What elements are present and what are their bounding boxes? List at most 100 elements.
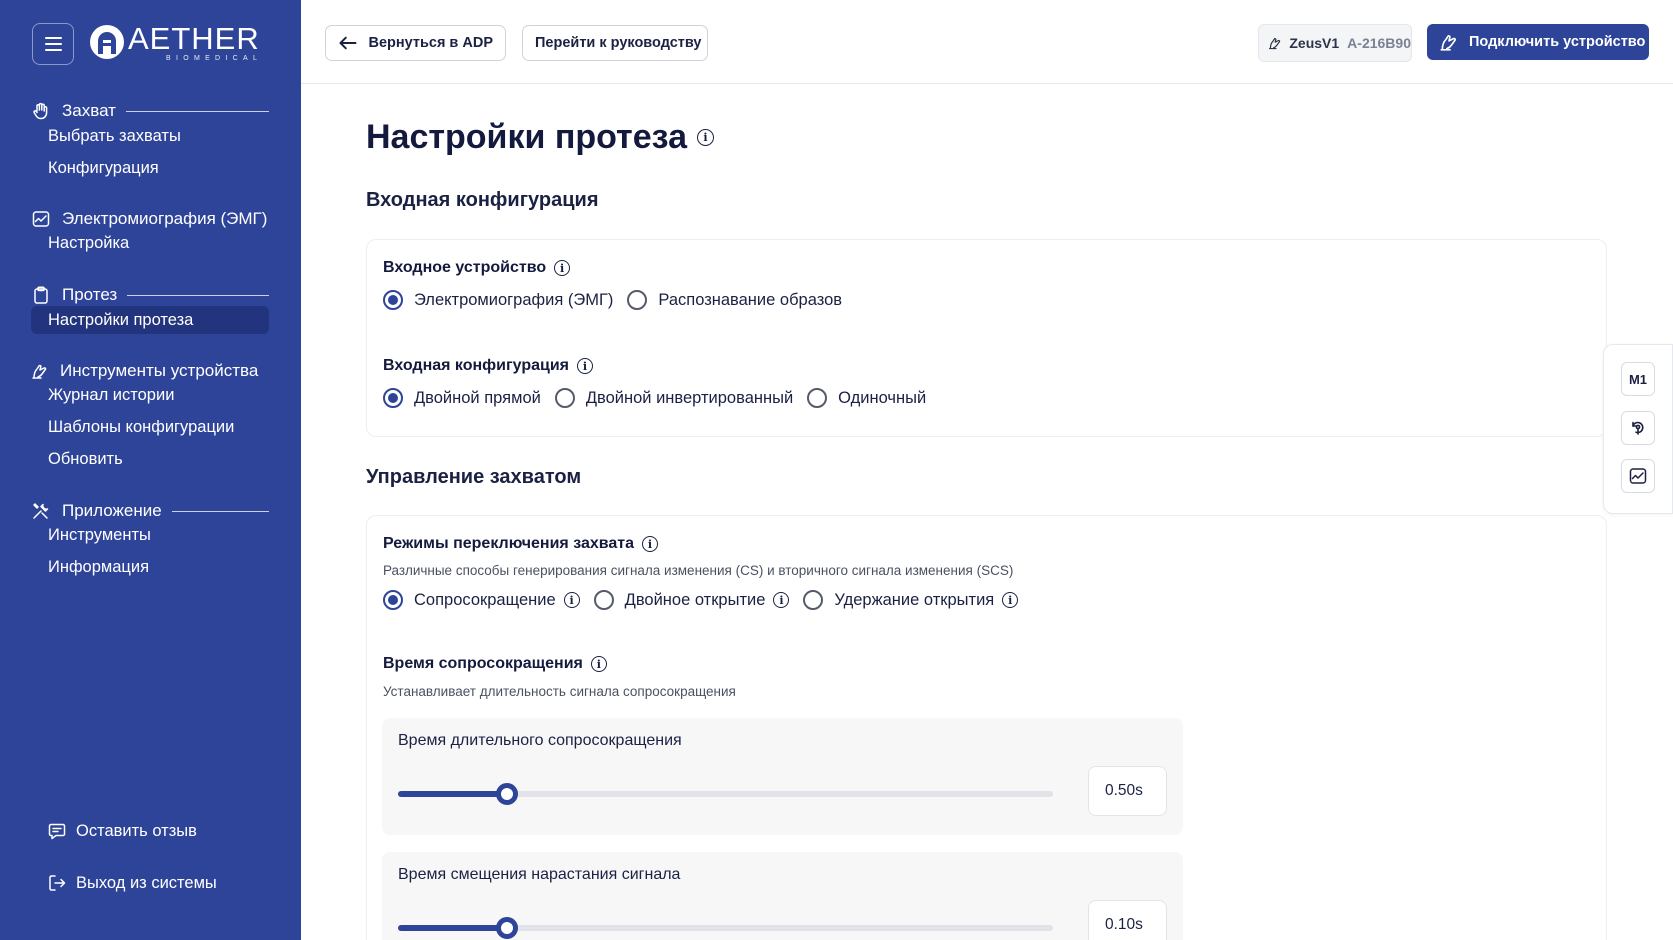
slider-long-cocontraction: Время длительного сопросокращения 0.50s (382, 718, 1183, 835)
hamburger-menu-button[interactable] (32, 23, 74, 65)
section-divider (171, 510, 269, 512)
input-config-card: Входное устройство i Электромиография (Э… (366, 239, 1607, 437)
radio-button-icon (627, 290, 648, 310)
sidebar-item-information[interactable]: Информация (31, 553, 269, 581)
clipboard-icon (31, 285, 51, 305)
info-icon[interactable]: i (1002, 592, 1019, 608)
section-divider (127, 294, 269, 296)
grip-control-section-title: Управление захватом (366, 466, 582, 488)
slider-signal-rise-offset: Время смещения нарастания сигнала 0.10s (382, 852, 1183, 940)
switch-modes-radio-group: Сопросокращение i Двойное открытие i Удерж… (383, 590, 1032, 610)
radio-hold-open[interactable]: Удержание открытия i (803, 590, 1019, 610)
sidebar-item-update[interactable]: Обновить (31, 445, 269, 473)
nav-section-emg: Электромиография (ЭМГ) (31, 207, 269, 231)
radio-button-icon (554, 388, 575, 408)
info-icon[interactable]: i (590, 656, 607, 672)
radio-button-checked-icon (383, 290, 403, 310)
side-toolbar: M1 (1603, 344, 1673, 514)
slider-thumb[interactable] (496, 783, 519, 805)
sidebar-item-emg-setup[interactable]: Настройка (31, 229, 269, 257)
cocontraction-time-description: Устанавливает длительность сигнала сопро… (383, 684, 736, 699)
logo[interactable]: AETHER BIOMEDICAL (89, 21, 263, 62)
feedback-icon (47, 821, 67, 841)
device-serial: A-216B90 (1347, 35, 1411, 51)
info-icon[interactable]: i (554, 260, 571, 276)
radio-double-open[interactable]: Двойное открытие i (593, 590, 790, 610)
logo-name: AETHER (128, 21, 260, 56)
slider-label: Время длительного сопросокращения (398, 732, 682, 749)
logo-subtitle: BIOMEDICAL (166, 55, 263, 62)
calibration-button[interactable] (1621, 411, 1655, 445)
info-icon[interactable]: i (563, 592, 580, 608)
top-header: Вернуться в ADP Перейти к руководству Ze… (301, 0, 1673, 84)
sidebar-item-history-log[interactable]: Журнал истории (31, 381, 269, 409)
slider-label: Время смещения нарастания сигнала (398, 866, 681, 883)
radio-pattern-recognition[interactable]: Распознавание образов (627, 290, 842, 310)
back-to-adp-button[interactable]: Вернуться в ADP (325, 25, 506, 61)
nav-section-label: Приложение (62, 501, 162, 520)
info-icon[interactable]: i (773, 592, 790, 608)
slider-fill (398, 791, 508, 797)
radio-button-icon (803, 590, 824, 610)
radio-emg[interactable]: Электромиография (ЭМГ) (383, 290, 613, 310)
sidebar: AETHER BIOMEDICAL Захват Выбрать захваты… (0, 0, 301, 940)
go-to-guide-button[interactable]: Перейти к руководству (522, 25, 708, 61)
switch-modes-label: Режимы переключения захвата i (383, 535, 659, 553)
slider-track[interactable] (398, 917, 1053, 939)
sidebar-item-select-grips[interactable]: Выбрать захваты (31, 122, 269, 150)
input-config-section-title: Входная конфигурация (366, 189, 599, 211)
mode-m1-button[interactable]: M1 (1621, 362, 1655, 396)
back-to-adp-label: Вернуться в ADP (368, 35, 493, 51)
device-chip[interactable]: ZeusV1 A-216B90 (1258, 24, 1412, 62)
hamburger-menu-icon (44, 37, 62, 39)
radio-cocontraction[interactable]: Сопросокращение i (383, 590, 580, 610)
chart-icon (1629, 468, 1647, 484)
nav-section-label: Электромиография (ЭМГ) (62, 209, 268, 228)
nav-section-device-tools: Инструменты устройства (31, 359, 269, 383)
radio-dual-inverted[interactable]: Двойной инвертированный (554, 388, 793, 408)
nav-section-prosthesis: Протез (31, 283, 269, 307)
page-title: Настройки протеза i (366, 118, 714, 157)
input-config-radio-group: Двойной прямой Двойной инвертированный О… (383, 388, 940, 408)
device-name: ZeusV1 (1289, 35, 1340, 51)
radio-button-checked-icon (383, 590, 403, 610)
radio-button-icon (807, 388, 828, 408)
radio-dual-direct[interactable]: Двойной прямой (383, 388, 541, 408)
prosthesis-icon (1440, 35, 1456, 51)
cocontraction-time-label: Время сопросокращения i (383, 655, 607, 673)
radio-button-checked-icon (383, 388, 403, 408)
go-to-guide-label: Перейти к руководству (535, 35, 702, 51)
sidebar-item-config-templates[interactable]: Шаблоны конфигурации (31, 413, 269, 441)
info-icon[interactable]: i (696, 129, 714, 146)
slider-value-input[interactable]: 0.10s (1088, 900, 1167, 940)
feedback-link[interactable]: Оставить отзыв (47, 821, 197, 841)
section-divider (125, 110, 269, 112)
nav-section-application: Приложение (31, 499, 269, 523)
chart-icon (31, 209, 51, 229)
logout-link[interactable]: Выход из системы (47, 873, 217, 893)
sidebar-item-configuration[interactable]: Конфигурация (31, 154, 269, 182)
slider-thumb[interactable] (496, 917, 519, 939)
tools-icon (31, 501, 51, 521)
aether-logo-icon (90, 25, 124, 59)
slider-track[interactable] (398, 783, 1053, 805)
connect-device-label: Подключить устройство (1469, 34, 1646, 50)
sidebar-item-prosthesis-settings[interactable]: Настройки протеза (31, 306, 269, 334)
input-config-label: Входная конфигурация i (383, 357, 594, 375)
nav-section-grip: Захват (31, 99, 269, 123)
input-device-radio-group: Электромиография (ЭМГ) Распознавание обр… (383, 290, 856, 310)
connect-device-button[interactable]: Подключить устройство (1427, 24, 1649, 60)
slider-value-input[interactable]: 0.50s (1088, 766, 1167, 816)
grip-calibration-icon (1632, 421, 1644, 435)
slider-fill (398, 925, 508, 931)
hand-icon (31, 101, 51, 121)
radio-button-icon (593, 590, 614, 610)
nav-section-label: Инструменты устройства (60, 361, 259, 380)
sidebar-item-tools[interactable]: Инструменты (31, 521, 269, 549)
info-icon[interactable]: i (577, 358, 594, 374)
arrow-left-icon (339, 36, 357, 50)
radio-single[interactable]: Одиночный (807, 388, 926, 408)
info-icon[interactable]: i (642, 536, 659, 552)
input-device-label: Входное устройство i (383, 259, 571, 277)
emg-chart-button[interactable] (1621, 459, 1655, 493)
